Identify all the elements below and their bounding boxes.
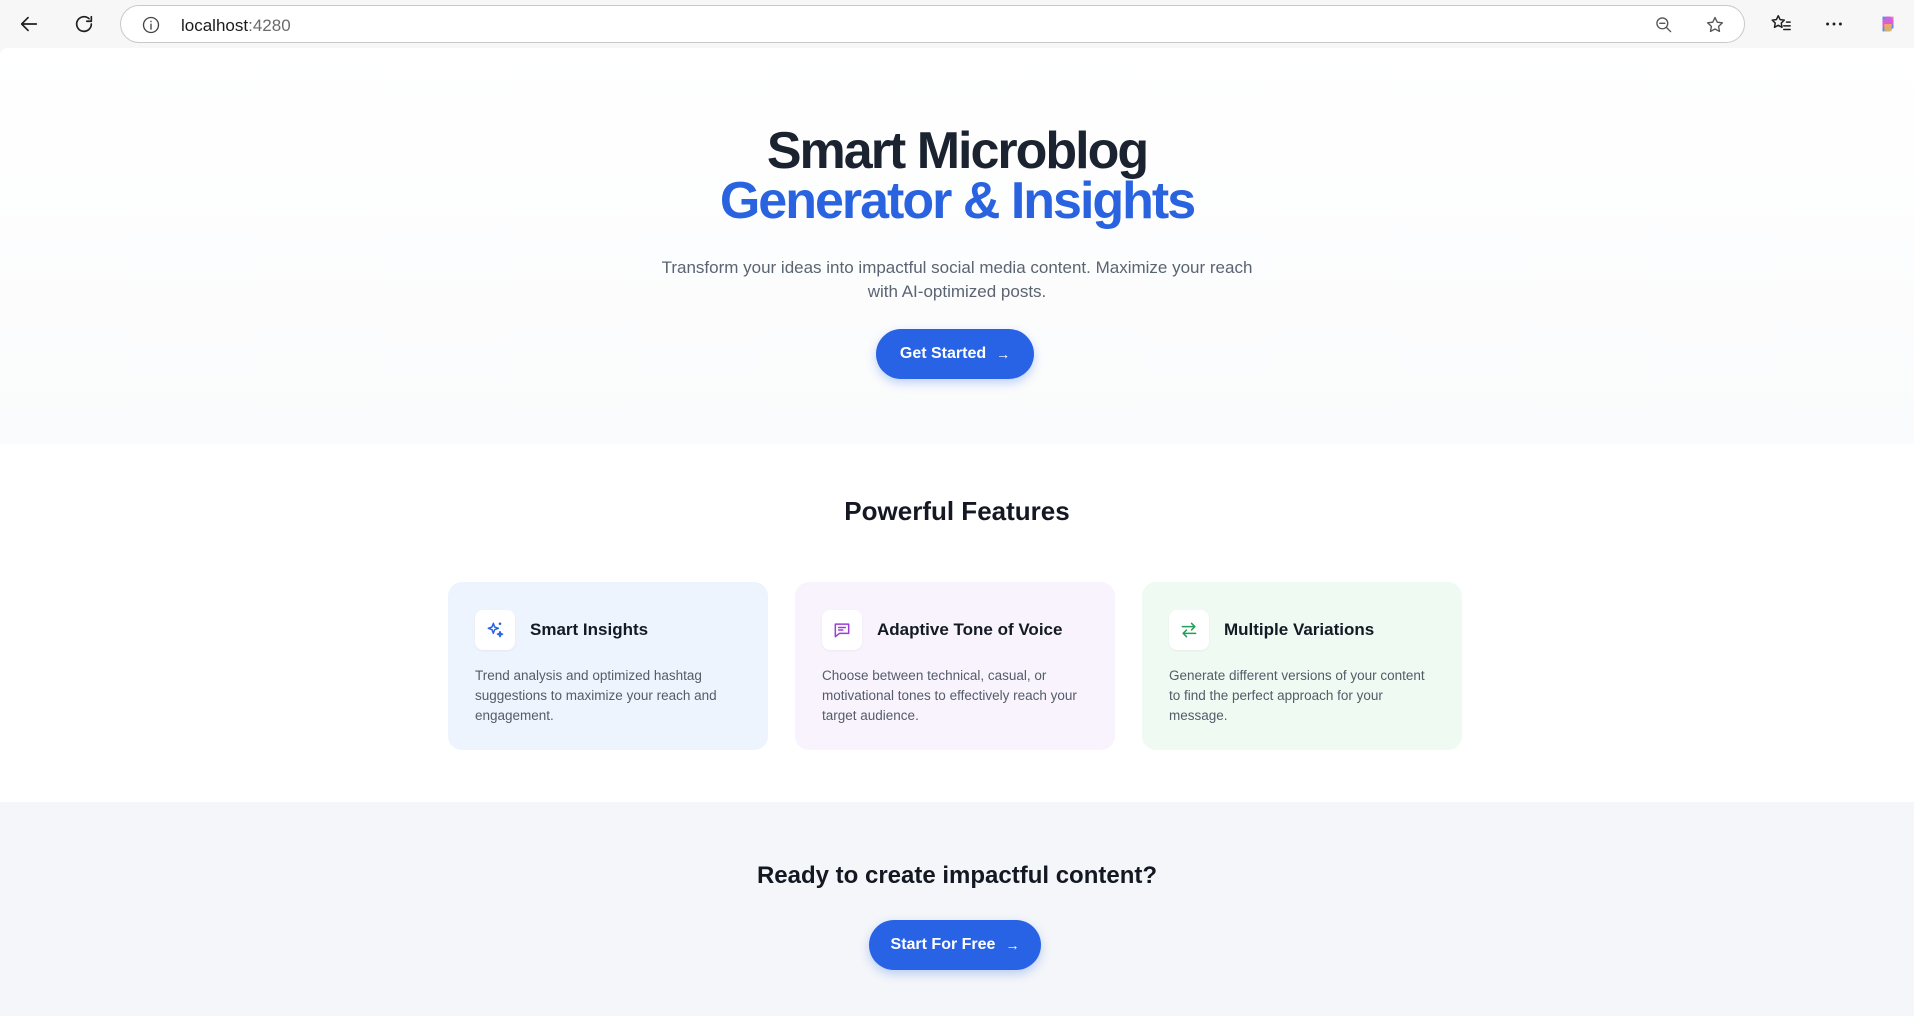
feature-icon-box xyxy=(1169,610,1209,650)
feature-title: Smart Insights xyxy=(530,620,649,639)
site-info-icon[interactable] xyxy=(141,15,161,35)
cta-heading: Ready to create impactful content? xyxy=(756,862,1158,889)
feature-icon-box xyxy=(475,610,515,650)
copilot-button[interactable] xyxy=(1872,8,1904,40)
favorites-list-icon xyxy=(1771,15,1791,31)
url-host: localhost xyxy=(181,16,249,35)
get-started-button[interactable]: Get Started → xyxy=(876,329,1034,379)
feature-card-multiple-variations: Multiple Variations Generate different v… xyxy=(1142,582,1462,750)
feature-icon-box xyxy=(822,610,862,650)
get-started-label: Get Started xyxy=(899,345,987,362)
back-arrow-icon xyxy=(20,16,38,32)
start-for-free-button[interactable]: Start For Free → xyxy=(869,920,1041,970)
hero-title-line1: Smart Microblog xyxy=(766,122,1149,180)
address-bar[interactable]: localhost:4280 xyxy=(120,5,1745,43)
favorite-star-icon[interactable] xyxy=(1705,15,1725,35)
feature-description: Trend analysis and optimized hashtag sug… xyxy=(475,668,717,723)
start-for-free-label: Start For Free xyxy=(890,936,996,953)
url-text: localhost:4280 xyxy=(181,16,291,36)
refresh-button[interactable] xyxy=(68,8,100,40)
swap-arrows-icon xyxy=(1181,622,1197,638)
refresh-icon xyxy=(75,15,93,33)
more-menu-button[interactable] xyxy=(1818,8,1850,40)
feature-title: Multiple Variations xyxy=(1224,620,1375,639)
hero-title-line2: Generator & Insights xyxy=(719,172,1196,230)
back-button[interactable] xyxy=(13,8,45,40)
zoom-out-icon[interactable] xyxy=(1654,15,1674,35)
cta-section: Ready to create impactful content? Start… xyxy=(0,802,1914,1016)
url-port: :4280 xyxy=(248,16,291,35)
arrow-right-icon: → xyxy=(996,346,1011,362)
feature-card-smart-insights: Smart Insights Trend analysis and optimi… xyxy=(448,582,768,750)
features-heading: Powerful Features xyxy=(844,496,1070,526)
copilot-icon xyxy=(1882,16,1894,32)
feature-description: Choose between technical, casual, or mot… xyxy=(822,668,1077,723)
feature-title: Adaptive Tone of Voice xyxy=(877,620,1063,639)
feature-description: Generate different versions of your cont… xyxy=(1169,668,1425,723)
arrow-right-icon: → xyxy=(1005,937,1020,953)
message-icon xyxy=(834,623,850,638)
sparkles-icon xyxy=(487,622,504,638)
ellipsis-icon xyxy=(1826,22,1842,26)
browser-toolbar: localhost:4280 xyxy=(0,0,1914,48)
hero-subtitle: Transform your ideas into impactful soci… xyxy=(661,258,1253,301)
feature-card-adaptive-tone: Adaptive Tone of Voice Choose between te… xyxy=(795,582,1115,750)
hero-section: Smart Microblog Generator & Insights Tra… xyxy=(0,48,1914,444)
favorites-button[interactable] xyxy=(1765,8,1797,40)
page-viewport: Smart Microblog Generator & Insights Tra… xyxy=(0,48,1914,1016)
